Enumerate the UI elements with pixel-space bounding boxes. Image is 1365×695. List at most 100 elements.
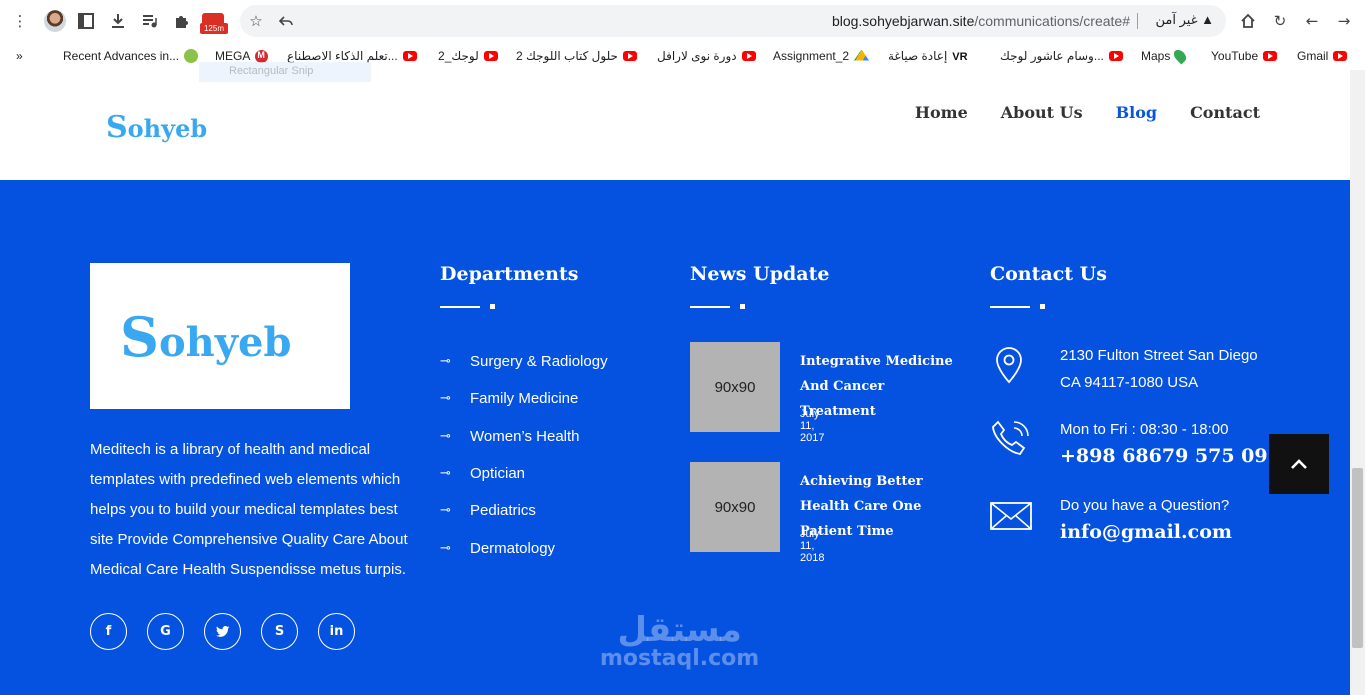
bookmark-laravel[interactable]: دورة نوى لارافل <box>657 49 756 63</box>
key-icon: ⊸ <box>440 428 451 444</box>
youtube-icon <box>483 51 498 61</box>
bookmark-assignment2[interactable]: Assignment_2 <box>773 49 870 63</box>
bookmark-gmail[interactable]: Gmail <box>1297 49 1348 63</box>
department-item[interactable]: ⊸ Dermatology <box>440 529 608 566</box>
reload-icon[interactable]: ↻ <box>1270 11 1290 31</box>
social-links: f G S in <box>90 613 355 650</box>
nav-contact[interactable]: Contact <box>1190 103 1260 122</box>
google-icon[interactable]: G <box>147 613 184 650</box>
title-underline <box>690 306 730 308</box>
bookmark-mega[interactable]: MEGA <box>215 49 269 63</box>
vr-logo-icon: VR <box>952 51 968 63</box>
website: Sohyeb Home About Us Blog Contact Sohyeb… <box>0 70 1350 695</box>
extension-badge-count: 125m <box>200 23 228 34</box>
linkedin-icon[interactable]: in <box>318 613 355 650</box>
nav-home[interactable]: Home <box>915 103 968 122</box>
news-thumbnail[interactable]: 90x90 <box>690 342 780 432</box>
bookmark-star-icon[interactable]: ☆ <box>246 11 266 31</box>
address: 2130 Fulton Street San Diego CA 94117-10… <box>1060 347 1258 391</box>
key-icon: ⊸ <box>440 540 451 556</box>
title-dot <box>490 304 495 309</box>
bookmark-rephrase[interactable]: إعادة صياغة VR <box>888 49 968 63</box>
back-to-top-button[interactable] <box>1269 434 1329 494</box>
department-item[interactable]: ⊸ Surgery & Radiology <box>440 343 608 380</box>
gmail-icon <box>1333 51 1348 61</box>
drive-icon <box>854 49 870 61</box>
home-icon[interactable] <box>1238 11 1258 31</box>
bookmark-recent-advances[interactable]: Recent Advances in... <box>63 49 199 63</box>
title-underline <box>990 306 1030 308</box>
envelope-icon <box>990 502 1032 530</box>
mega-icon <box>255 49 269 63</box>
forward-arrow-icon[interactable]: → <box>1334 11 1354 31</box>
bookmarks-overflow[interactable]: » <box>16 49 23 63</box>
smiley-icon <box>184 49 199 63</box>
departments-list: ⊸ Surgery & Radiology ⊸ Family Medicine ⊸ W… <box>440 343 608 567</box>
bookmark-ai-learning[interactable]: تعلم الذكاء الاصطناع... <box>287 49 417 63</box>
warning-icon: ▲ <box>1201 12 1214 27</box>
security-indicator[interactable]: غير آمن ▲ <box>1156 12 1214 28</box>
bookmark-logic2[interactable]: لوجك_2 <box>438 49 498 63</box>
bookmark-youtube[interactable]: YouTube <box>1211 49 1278 63</box>
browser-toolbar: ⋮ 125m ☆ blog.sohyebjarwan.site/communic… <box>0 0 1365 42</box>
download-icon[interactable] <box>108 11 128 31</box>
about-text: Meditech is a library of health and medi… <box>90 441 408 578</box>
nav-about[interactable]: About Us <box>1001 103 1083 122</box>
key-icon: ⊸ <box>440 354 451 370</box>
media-playlist-icon[interactable] <box>140 11 160 31</box>
key-icon: ⊸ <box>440 391 451 407</box>
scrollbar-thumb[interactable] <box>1352 468 1363 648</box>
email-address[interactable]: info@gmail.com <box>1060 521 1232 543</box>
share-icon[interactable] <box>276 11 296 31</box>
youtube-icon <box>1108 51 1123 61</box>
bookmark-logic-book[interactable]: حلول كتاب اللوجك 2 <box>516 49 637 63</box>
phone-icon <box>992 420 1029 455</box>
url-text: blog.sohyebjarwan.site/communications/cr… <box>831 13 1130 29</box>
site-footer: Sohyeb Meditech is a library of health a… <box>0 180 1350 695</box>
extensions-puzzle-icon[interactable] <box>172 11 192 31</box>
nav-blog[interactable]: Blog <box>1116 103 1157 122</box>
office-hours: Mon to Fri : 08:30 - 18:00 <box>1060 421 1229 438</box>
sidebar-icon[interactable] <box>76 11 96 31</box>
news-date: July 11, 2018 <box>800 528 825 564</box>
key-icon: ⊸ <box>440 466 451 482</box>
main-nav: Home About Us Blog Contact <box>915 103 1260 122</box>
facebook-icon[interactable]: f <box>90 613 127 650</box>
chevron-up-icon <box>1291 459 1307 469</box>
title-dot <box>740 304 745 309</box>
title-dot <box>1040 304 1045 309</box>
department-item[interactable]: ⊸ Pediatrics <box>440 492 608 529</box>
snip-tooltip: Rectangular Snip <box>199 62 371 82</box>
youtube-icon <box>741 51 756 61</box>
departments-title: Departments <box>440 263 579 285</box>
location-pin-icon <box>996 347 1022 384</box>
department-item[interactable]: ⊸ Optician <box>440 455 608 492</box>
menu-dots-icon[interactable]: ⋮ <box>10 11 30 31</box>
footer-logo[interactable]: Sohyeb <box>90 263 350 409</box>
url-separator <box>1137 13 1138 29</box>
profile-avatar[interactable] <box>44 10 66 32</box>
back-arrow-icon[interactable]: ← <box>1302 11 1322 31</box>
news-title: News Update <box>690 263 830 285</box>
skype-icon[interactable]: S <box>261 613 298 650</box>
youtube-icon <box>622 51 637 61</box>
twitter-icon[interactable] <box>204 613 241 650</box>
news-thumbnail[interactable]: 90x90 <box>690 462 780 552</box>
address-bar[interactable]: ☆ blog.sohyebjarwan.site/communications/… <box>240 5 1226 37</box>
department-item[interactable]: ⊸ Women’s Health <box>440 418 608 455</box>
bookmark-wesam[interactable]: وسام عاشور لوجك... <box>1000 49 1123 63</box>
key-icon: ⊸ <box>440 503 451 519</box>
phone-number[interactable]: +898 68679 575 09 <box>1060 445 1268 467</box>
site-logo[interactable]: Sohyeb <box>106 110 207 145</box>
youtube-icon <box>402 51 417 61</box>
mostaql-watermark: مستقل mostaql.com <box>600 610 760 671</box>
contact-title: Contact Us <box>990 263 1107 285</box>
maps-pin-icon <box>1171 47 1189 65</box>
department-item[interactable]: ⊸ Family Medicine <box>440 380 608 417</box>
youtube-icon <box>1263 51 1278 61</box>
news-date: July 11, 2017 <box>800 408 825 444</box>
site-header: Sohyeb Home About Us Blog Contact <box>0 70 1350 180</box>
calendar-extension-icon[interactable]: 125m <box>200 13 228 34</box>
bookmark-maps[interactable]: Maps <box>1141 47 1189 65</box>
title-underline <box>440 306 480 308</box>
